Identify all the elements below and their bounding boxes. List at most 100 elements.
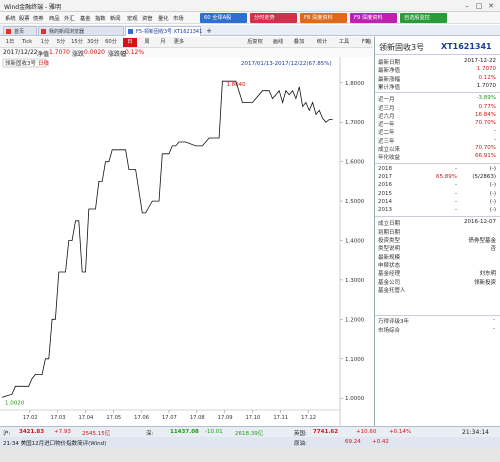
stat-value: 0.12%: [478, 74, 496, 81]
y-tick-label: 1.4000: [345, 239, 365, 245]
info-label: 成立日期: [378, 221, 401, 228]
return-label: 近三年: [378, 138, 395, 145]
x-tick-label: 17.02: [23, 415, 38, 421]
menu-item[interactable]: 市场: [173, 14, 184, 22]
oil-label: 原油:: [294, 441, 307, 447]
year-label: 2016: [378, 182, 392, 189]
return-value: 16.84%: [475, 111, 496, 118]
quick-button[interactable]: 分时走势: [250, 13, 297, 23]
year-return: 65.89%: [436, 173, 457, 180]
return-value: 66.91%: [475, 153, 496, 160]
news-headline[interactable]: 21:34 美国12月进口物价指数简评(Wind): [3, 439, 106, 447]
menu-item[interactable]: 股票: [19, 14, 30, 22]
tool-button[interactable]: 画线: [269, 38, 287, 47]
info-label: 到期日期: [378, 229, 401, 236]
x-tick-label: 17.07: [162, 415, 177, 421]
tool-button[interactable]: 叠加: [290, 38, 308, 47]
year-label: 2014: [378, 198, 392, 205]
return-value: -3.89%: [476, 95, 496, 102]
nav-line-chart[interactable]: 领新固收3号 日线 2017/01/13-2017/12/22(67.85%) …: [0, 57, 373, 426]
sh-value: 3421.83: [19, 429, 45, 435]
year-return: -: [455, 190, 457, 197]
tab-label: 首页: [14, 29, 25, 35]
return-label: 近六月: [378, 113, 395, 120]
return-label: 近三月: [378, 105, 395, 112]
period-button[interactable]: 1分: [38, 38, 52, 47]
overall-label: 市场综合: [378, 328, 401, 334]
info-value: 刘东明: [479, 271, 496, 278]
sz-value: 11437.08: [170, 429, 199, 435]
uk-value: 7741.62: [313, 429, 339, 435]
year-rank: (5/2863): [472, 173, 496, 180]
tab[interactable]: 我的新闻浏览器: [38, 26, 124, 36]
divider: [375, 162, 500, 164]
maximize-button[interactable]: □: [474, 2, 484, 10]
new-tab-button[interactable]: +: [205, 26, 213, 36]
info-value: 否: [490, 246, 496, 253]
y-tick-label: 1.0000: [345, 396, 365, 402]
tab-label: 我的新闻浏览器: [49, 29, 85, 35]
title-bar: [0, 0, 500, 12]
quick-button[interactable]: F9 深度资料: [350, 13, 397, 23]
x-tick-label: 17.09: [218, 415, 233, 421]
return-label: 近一月: [378, 97, 395, 104]
menu-item[interactable]: 债券: [33, 14, 44, 22]
menu-item[interactable]: 宏观: [127, 14, 138, 22]
period-button[interactable]: 15分: [70, 38, 84, 47]
quick-button[interactable]: F8 深度资料: [300, 13, 347, 23]
year-rank: (-): [489, 198, 496, 205]
period-button[interactable]: 30分: [86, 38, 100, 47]
info-pct-value: 0.12%: [125, 49, 145, 56]
period-button[interactable]: Tick: [18, 38, 36, 47]
oil-change: +0.42: [372, 439, 389, 445]
menu-item[interactable]: 系统: [5, 14, 16, 22]
divider: [375, 92, 500, 94]
stat-label: 最新日期: [378, 60, 401, 66]
year-return: -: [455, 207, 457, 214]
tool-button[interactable]: 统计: [313, 38, 331, 47]
period-button[interactable]: 5分: [54, 38, 68, 47]
tool-button[interactable]: 工具: [335, 38, 353, 47]
period-button[interactable]: 月: [156, 38, 170, 47]
close-button[interactable]: ✕: [486, 2, 496, 10]
menu-item[interactable]: 量化: [158, 14, 169, 22]
stat-value: 2017-12-22: [464, 58, 496, 64]
menu-item[interactable]: 基金: [80, 14, 91, 22]
window-title: Wind金融终端 - 雅明: [4, 4, 62, 11]
info-chg-value: 0.0020: [84, 49, 105, 56]
oil-value: 69.24: [345, 439, 361, 445]
period-button[interactable]: 日: [123, 38, 137, 47]
legend-series: 领新固收3号: [5, 59, 36, 67]
sh-change: +7.93: [54, 429, 71, 435]
period-button[interactable]: 60分: [104, 38, 118, 47]
tool-button[interactable]: 后复权: [244, 38, 266, 47]
quick-button[interactable]: 60 全球A股: [200, 13, 247, 23]
year-label: 2013: [378, 207, 392, 214]
minimize-button[interactable]: –: [462, 2, 472, 10]
period-button[interactable]: 更多: [172, 38, 186, 47]
year-return: -: [455, 198, 457, 205]
overall-value: -: [493, 326, 495, 332]
x-tick-label: 17.05: [106, 415, 121, 421]
tab[interactable]: 首页: [3, 26, 37, 36]
menu-item[interactable]: 资管: [142, 14, 153, 22]
year-label: 2017: [378, 173, 392, 180]
period-button[interactable]: 周: [140, 38, 154, 47]
quick-button[interactable]: 自选股监控: [400, 13, 447, 23]
news-ticker[interactable]: 21:34 美国12月进口物价指数简评(Wind) 原油: 69.24 +0.4…: [0, 437, 500, 448]
return-label: 成立以来: [378, 147, 401, 153]
tab-icon: [41, 29, 46, 34]
year-rank: (-): [489, 182, 496, 189]
stat-value: 1.7070: [476, 66, 496, 73]
tab[interactable]: F5-领新固收3号 XT1621341: [125, 26, 202, 36]
menu-item[interactable]: 指数: [95, 14, 106, 22]
menu-item[interactable]: 新闻: [110, 14, 121, 22]
y-tick-label: 1.2000: [345, 317, 365, 323]
year-return: -: [455, 165, 457, 172]
menu-item[interactable]: 商品: [49, 14, 60, 22]
tool-button[interactable]: 指标▾: [364, 38, 373, 47]
return-value: -: [494, 128, 496, 135]
menu-item[interactable]: 外汇: [64, 14, 75, 22]
x-tick-label: 17.12: [301, 415, 316, 421]
period-button[interactable]: 1日: [3, 38, 17, 47]
